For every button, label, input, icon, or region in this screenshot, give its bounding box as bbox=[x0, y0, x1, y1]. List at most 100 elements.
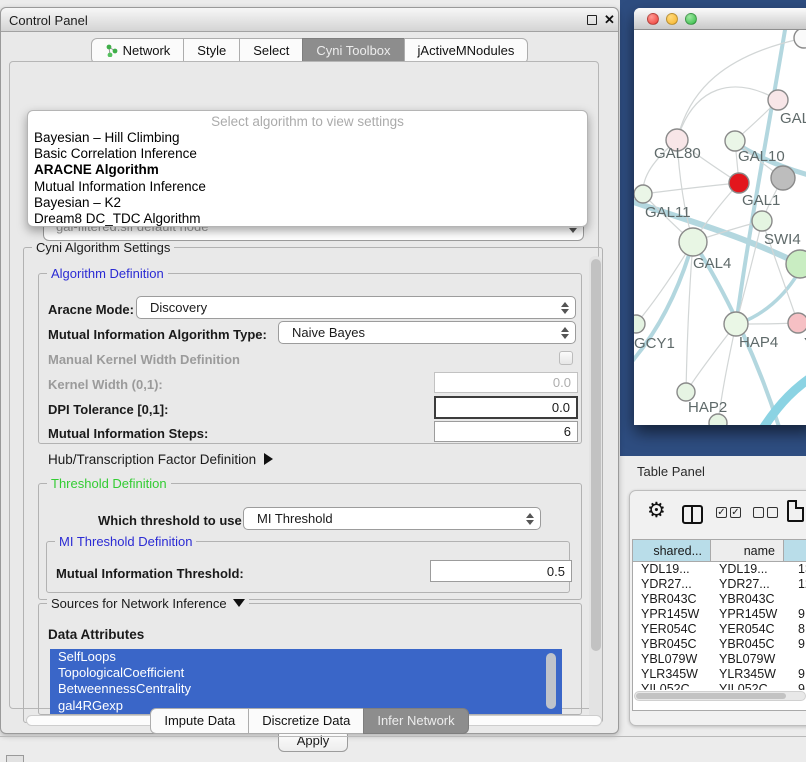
algorithm-dropdown-popup: Select algorithm to view settings Bayesi… bbox=[27, 110, 588, 227]
table-cell: 9. bbox=[784, 607, 806, 622]
network-node[interactable] bbox=[729, 173, 749, 193]
settings-vertical-scrollbar[interactable] bbox=[589, 256, 602, 727]
mi-type-label: Mutual Information Algorithm Type: bbox=[48, 327, 267, 342]
settings-group-title: Cyni Algorithm Settings bbox=[32, 240, 174, 255]
tab-label: Cyni Toolbox bbox=[316, 43, 390, 58]
table-row[interactable]: YLR345WYLR345W9. bbox=[633, 667, 806, 682]
select-all-checkbox-icon[interactable]: ✓ bbox=[716, 507, 727, 518]
table-cell: 8. bbox=[784, 622, 806, 637]
attributes-scrollbar[interactable] bbox=[546, 653, 556, 709]
network-icon bbox=[105, 44, 118, 57]
network-canvas[interactable]: GALGAL80GAL10GAL1GAL11SWI4GAL4GCY1HAP4YH… bbox=[634, 30, 806, 425]
network-node[interactable] bbox=[786, 250, 806, 278]
algorithm-option[interactable]: ARACNE Algorithm bbox=[28, 162, 587, 178]
data-attributes-list[interactable]: SelfLoopsTopologicalCoefficientBetweenne… bbox=[50, 649, 562, 714]
table-row[interactable]: YBL079WYBL079W bbox=[633, 652, 806, 667]
table-header-row: shared...nameA bbox=[633, 540, 806, 562]
threshold-definition-title: Threshold Definition bbox=[47, 476, 171, 491]
table-row[interactable]: YDR27...YDR27...12 bbox=[633, 577, 806, 592]
tab-label: Network bbox=[123, 43, 171, 58]
sources-title[interactable]: Sources for Network Inference bbox=[47, 596, 249, 611]
table-row[interactable]: YPR145WYPR145W9. bbox=[633, 607, 806, 622]
dpi-tolerance-field[interactable]: 0.0 bbox=[434, 396, 578, 419]
deselect-all-checkbox-icon[interactable] bbox=[767, 507, 778, 518]
network-node[interactable] bbox=[768, 90, 788, 110]
tab-discretize-data[interactable]: Discretize Data bbox=[248, 708, 364, 734]
network-node[interactable] bbox=[788, 313, 806, 333]
network-edge[interactable] bbox=[677, 87, 778, 140]
table-row[interactable]: YBR045CYBR045C9. bbox=[633, 637, 806, 652]
tab-label: jActiveMNodules bbox=[418, 43, 515, 58]
algorithm-option[interactable]: Bayesian – K2 bbox=[28, 195, 587, 211]
new-table-icon[interactable] bbox=[787, 500, 804, 522]
network-window-titlebar[interactable] bbox=[634, 8, 806, 30]
which-threshold-combo[interactable]: MI Threshold bbox=[243, 507, 541, 530]
float-window-icon[interactable] bbox=[587, 15, 597, 25]
network-graph: GALGAL80GAL10GAL1GAL11SWI4GAL4GCY1HAP4YH… bbox=[634, 30, 806, 425]
close-panel-icon[interactable]: ✕ bbox=[604, 12, 615, 28]
column-header[interactable]: A bbox=[784, 540, 806, 562]
tab-impute-data[interactable]: Impute Data bbox=[150, 708, 249, 734]
table-cell: YDL19... bbox=[711, 562, 784, 577]
cyni-bottom-tabbar: Impute DataDiscretize DataInfer Network bbox=[1, 708, 618, 734]
node-label: HAP2 bbox=[688, 399, 727, 416]
algorithm-option[interactable]: Dream8 DC_TDC Algorithm bbox=[28, 211, 587, 227]
attribute-item-selected[interactable]: TopologicalCoefficient bbox=[50, 665, 562, 681]
tab-infer-network[interactable]: Infer Network bbox=[363, 708, 468, 734]
hub-definition-expander[interactable]: Hub/Transcription Factor Definition bbox=[48, 452, 273, 467]
aracne-mode-combo[interactable]: Discovery bbox=[136, 296, 576, 319]
bottom-divider bbox=[0, 736, 806, 737]
mi-threshold-label: Mutual Information Threshold: bbox=[56, 566, 244, 581]
network-edge[interactable] bbox=[643, 183, 739, 194]
collapse-down-icon bbox=[233, 599, 245, 607]
select-all-checkbox-icon[interactable]: ✓ bbox=[730, 507, 741, 518]
combo-arrows-icon bbox=[526, 513, 534, 525]
table-row[interactable]: YBR043CYBR043C bbox=[633, 592, 806, 607]
network-node[interactable] bbox=[724, 312, 748, 336]
network-node[interactable] bbox=[634, 185, 652, 203]
table-row[interactable]: YER054CYER054C8. bbox=[633, 622, 806, 637]
deselect-all-checkbox-icon[interactable] bbox=[753, 507, 764, 518]
table-cell: YBR043C bbox=[633, 592, 711, 607]
mi-threshold-field[interactable]: 0.5 bbox=[430, 560, 572, 582]
table-cell: 13 bbox=[784, 562, 806, 577]
table-toolbar: ⚙ ✓ ✓ bbox=[630, 491, 806, 537]
network-node[interactable] bbox=[634, 315, 645, 333]
node-label: GAL80 bbox=[654, 145, 701, 162]
table-settings-gear-icon[interactable]: ⚙ bbox=[647, 500, 666, 522]
minimize-traffic-light-icon[interactable] bbox=[666, 13, 678, 25]
network-view-window[interactable]: GALGAL80GAL10GAL1GAL11SWI4GAL4GCY1HAP4YH… bbox=[634, 8, 806, 425]
network-node[interactable] bbox=[679, 228, 707, 256]
manual-kernel-checkbox[interactable] bbox=[559, 351, 573, 365]
table-cell: YLR345W bbox=[633, 667, 711, 682]
mi-type-combo[interactable]: Naive Bayes bbox=[278, 321, 576, 344]
tab-label: Select bbox=[253, 43, 289, 58]
network-node[interactable] bbox=[794, 30, 806, 48]
table-cell bbox=[784, 592, 806, 607]
node-label: SWI4 bbox=[764, 231, 801, 248]
algorithm-option[interactable]: Basic Correlation Inference bbox=[28, 146, 587, 162]
network-node[interactable] bbox=[752, 211, 772, 231]
table-row[interactable]: YIL052CYIL052C9 bbox=[633, 682, 806, 690]
table-row[interactable]: YDL19...YDL19...13 bbox=[633, 562, 806, 577]
algorithm-option[interactable]: Bayesian – Hill Climbing bbox=[28, 130, 587, 146]
attribute-item-selected[interactable]: BetweennessCentrality bbox=[50, 681, 562, 697]
table-horizontal-scrollbar[interactable] bbox=[634, 691, 806, 701]
column-header[interactable]: shared... bbox=[633, 540, 711, 562]
minimized-panel-icon[interactable] bbox=[6, 755, 24, 762]
kernel-width-field[interactable]: 0.0 bbox=[434, 372, 578, 393]
table-cell: YDR27... bbox=[633, 577, 711, 592]
attribute-item-selected[interactable]: SelfLoops bbox=[50, 649, 562, 665]
column-header[interactable]: name bbox=[711, 540, 784, 562]
algorithm-option[interactable]: Mutual Information Inference bbox=[28, 179, 587, 195]
column-visibility-icon[interactable] bbox=[682, 505, 703, 524]
control-panel-titlebar[interactable]: Control Panel ✕ bbox=[1, 8, 618, 32]
table-panel-window: ⚙ ✓ ✓ shared...nameA YDL19...YDL19...13Y… bbox=[629, 490, 806, 726]
cyni-toolbox-content: gal-filtered.sif default node Select alg… bbox=[9, 61, 599, 709]
zoom-traffic-light-icon[interactable] bbox=[685, 13, 697, 25]
network-node[interactable] bbox=[771, 166, 795, 190]
node-label: GAL bbox=[780, 110, 806, 127]
dpi-tolerance-value: 0.0 bbox=[552, 400, 570, 415]
mi-steps-field[interactable]: 6 bbox=[434, 421, 578, 442]
close-traffic-light-icon[interactable] bbox=[647, 13, 659, 25]
